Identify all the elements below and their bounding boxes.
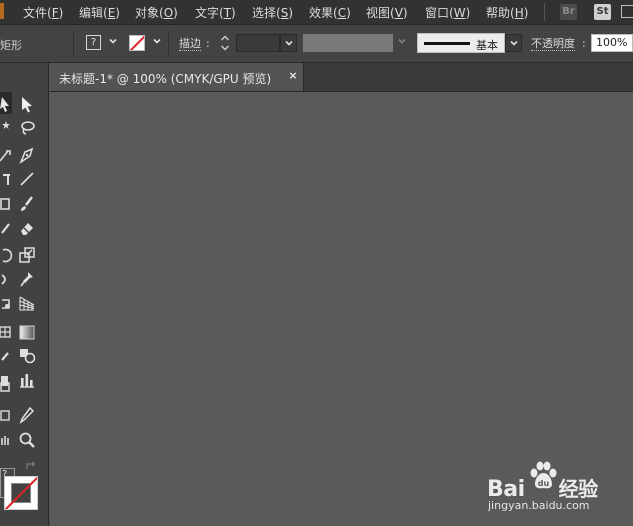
- menu-view[interactable]: 视图(V): [366, 4, 408, 21]
- workspace-icon[interactable]: [621, 5, 633, 18]
- eyedropper-icon[interactable]: [0, 345, 14, 365]
- stock-button[interactable]: St: [594, 4, 611, 20]
- opacity-label-colon: :: [582, 37, 586, 50]
- chevron-down-icon[interactable]: [397, 36, 407, 46]
- artboard-tool-icon[interactable]: [0, 376, 14, 396]
- magic-wand-icon[interactable]: [0, 118, 14, 138]
- paintbrush-icon[interactable]: [17, 194, 37, 214]
- menu-select[interactable]: 选择(S): [252, 4, 293, 21]
- stroke-weight-stepper[interactable]: [219, 33, 231, 53]
- stroke-color-swatch[interactable]: [129, 35, 145, 51]
- control-divider: [73, 31, 74, 57]
- brush-definition-select[interactable]: 基本: [417, 33, 505, 53]
- column-graph-icon[interactable]: [17, 370, 37, 390]
- document-tab-bar: 未标题-1* @ 100% (CMYK/GPU 预览) ×: [50, 63, 633, 92]
- menu-file[interactable]: 文件(F): [23, 4, 63, 21]
- width-tool-icon[interactable]: [0, 269, 14, 289]
- swap-fill-stroke-icon[interactable]: [25, 461, 37, 471]
- pencil-tool-icon[interactable]: [0, 218, 14, 238]
- bridge-button[interactable]: Br: [560, 4, 577, 20]
- baidu-jingyan-watermark: Bai 经验 du jingyan.baidu.com: [478, 458, 628, 518]
- document-tab-title: 未标题-1* @ 100% (CMYK/GPU 预览): [59, 72, 272, 86]
- baidu-paw-logo: du: [530, 461, 557, 489]
- puppet-warp-icon[interactable]: [17, 269, 37, 289]
- menu-bar: 文件(F) 编辑(E) 对象(O) 文字(T) 选择(S) 效果(C) 视图(V…: [0, 0, 633, 25]
- slice-tool-icon[interactable]: [17, 405, 37, 425]
- stroke-weight-dropdown[interactable]: [280, 34, 297, 52]
- free-transform-icon[interactable]: [0, 293, 14, 313]
- opacity-label[interactable]: 不透明度: [531, 37, 575, 51]
- document-tab[interactable]: 未标题-1* @ 100% (CMYK/GPU 预览) ×: [50, 63, 304, 91]
- menu-window[interactable]: 窗口(W): [425, 4, 470, 21]
- rectangle-tool-icon[interactable]: [0, 194, 14, 214]
- lasso-tool-icon[interactable]: [17, 118, 37, 138]
- type-tool-icon[interactable]: [0, 169, 14, 189]
- shape-builder-icon[interactable]: [17, 345, 37, 365]
- menu-help[interactable]: 帮助(H): [486, 4, 528, 21]
- fill-color-swatch[interactable]: ?: [86, 35, 101, 50]
- watermark-url: jingyan.baidu.com: [488, 499, 590, 512]
- opacity-input[interactable]: 100%: [591, 34, 633, 52]
- menu-object[interactable]: 对象(O): [135, 4, 178, 21]
- brush-label: 基本: [476, 39, 498, 52]
- artboard-icon[interactable]: [0, 405, 14, 425]
- stroke-label-colon: :: [206, 37, 210, 50]
- chevron-down-icon: [510, 40, 518, 46]
- brush-stroke-preview: [424, 42, 470, 45]
- gradient-tool-icon[interactable]: [17, 322, 37, 342]
- active-tool-name: 矩形: [0, 39, 22, 52]
- pen-tool-icon[interactable]: [17, 145, 37, 165]
- eraser-icon[interactable]: [17, 218, 37, 238]
- chevron-down-icon: [285, 40, 293, 46]
- zoom-tool-icon[interactable]: [17, 430, 37, 450]
- mesh-tool-icon[interactable]: [0, 322, 14, 342]
- direct-selection-icon[interactable]: [17, 94, 37, 114]
- perspective-grid-icon[interactable]: [17, 293, 37, 313]
- stroke-label[interactable]: 描边: [179, 37, 201, 51]
- brush-dropdown[interactable]: [505, 34, 522, 52]
- tools-panel: ?: [0, 63, 49, 526]
- hand-tool-icon[interactable]: [0, 430, 14, 450]
- control-bar: 矩形 ? 描边 : 基本 不透明度 : 100%: [0, 25, 633, 63]
- chevron-down-icon[interactable]: [152, 36, 162, 46]
- app-logo: [0, 3, 4, 19]
- svg-text:du: du: [538, 479, 550, 488]
- scale-tool-icon[interactable]: [17, 245, 37, 265]
- control-divider: [168, 31, 169, 57]
- menu-edit[interactable]: 编辑(E): [79, 4, 120, 21]
- selection-tool-icon[interactable]: [0, 94, 14, 114]
- stroke-swatch-inner: [11, 483, 31, 503]
- menu-divider: [544, 3, 545, 21]
- curvature-tool-icon[interactable]: [0, 145, 14, 165]
- line-segment-icon[interactable]: [17, 169, 37, 189]
- menu-effect[interactable]: 效果(C): [309, 4, 351, 21]
- chevron-down-icon[interactable]: [108, 36, 118, 46]
- menu-type[interactable]: 文字(T): [195, 4, 236, 21]
- variable-width-profile[interactable]: [303, 34, 393, 52]
- toolbar-stroke-swatch[interactable]: [4, 476, 38, 510]
- rotate-tool-icon[interactable]: [0, 245, 14, 265]
- stroke-weight-input[interactable]: [236, 34, 280, 52]
- close-icon[interactable]: ×: [288, 70, 298, 81]
